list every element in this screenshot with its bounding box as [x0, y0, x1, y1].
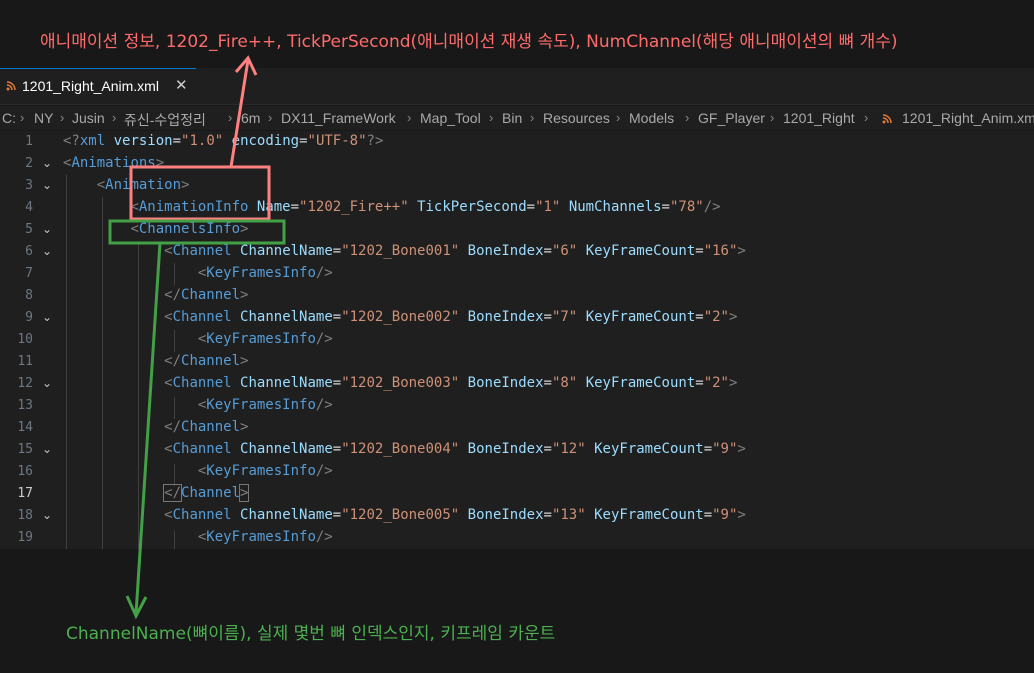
highlight-box-animation-info: [129, 165, 271, 221]
highlight-box-channels-info: [108, 219, 286, 245]
red-arrow: [229, 59, 250, 168]
annotation-overlay: [108, 55, 286, 620]
green-arrow: [134, 242, 162, 615]
